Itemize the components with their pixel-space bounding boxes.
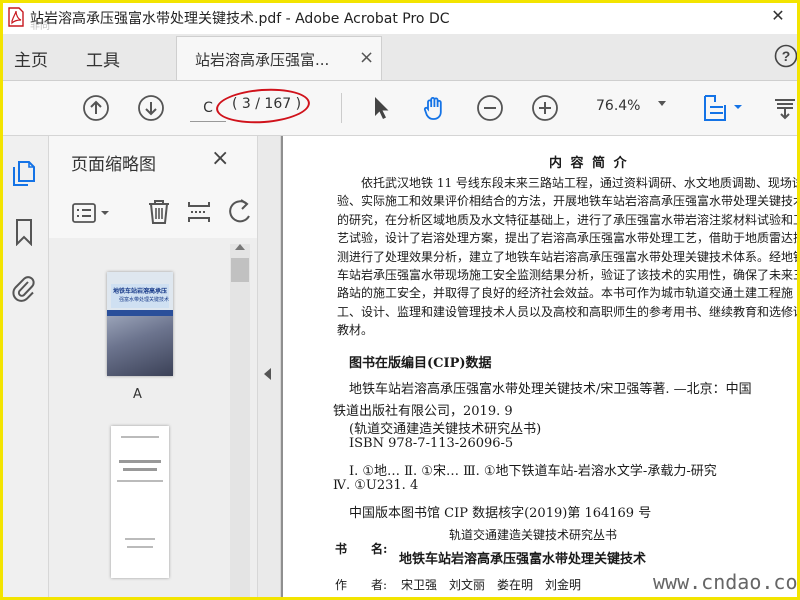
collapse-pane-arrow-icon[interactable] bbox=[264, 368, 271, 380]
document-page: 内 容 简 介 依托武汉地铁 11 号线东段末来三路站工程，通过资料调研、水文地… bbox=[283, 136, 800, 600]
doc-cip-line: Ⅰ. ①地… Ⅱ. ①宋… Ⅲ. ①地下铁道车站-岩溶水文学-承载力-研究 bbox=[349, 464, 717, 479]
doc-authors: 宋卫强 刘文丽 娄在明 刘金明 bbox=[401, 578, 582, 592]
page-layout-icon bbox=[704, 95, 742, 121]
tab-document[interactable]: 站岩溶高承压强富... × bbox=[176, 36, 382, 80]
doc-cip-line: 铁道出版社有限公司，2019. 9 bbox=[333, 404, 513, 419]
select-tool-button[interactable] bbox=[364, 91, 398, 125]
pane-splitter[interactable] bbox=[258, 136, 281, 600]
document-viewport[interactable]: 内 容 简 介 依托武汉地铁 11 号线东段末来三路站工程，通过资料调研、水文地… bbox=[281, 136, 800, 600]
pane-toolbar bbox=[49, 190, 257, 236]
arrow-down-circle-icon bbox=[138, 95, 164, 121]
delete-pages-button[interactable] bbox=[145, 198, 173, 226]
close-tab-button[interactable]: × bbox=[359, 47, 374, 68]
thumb-text-line bbox=[127, 546, 153, 548]
rotate-pages-button[interactable] bbox=[227, 198, 253, 226]
doc-cip-line: Ⅳ. ①U231. 4 bbox=[333, 478, 419, 493]
page-thumbnail-title-page[interactable] bbox=[111, 426, 169, 578]
pane-title: 页面缩略图 bbox=[71, 155, 156, 175]
thumbnail-label: A bbox=[133, 387, 142, 402]
thumb-text-line bbox=[121, 436, 159, 438]
previous-page-button[interactable] bbox=[79, 91, 113, 125]
bookmark-icon[interactable] bbox=[11, 218, 37, 246]
scroll-tools-icon bbox=[775, 99, 795, 120]
scrollbar-thumb[interactable] bbox=[231, 258, 249, 282]
minus-circle-icon bbox=[477, 95, 503, 121]
site-watermark: www.cndao.com bbox=[653, 570, 800, 594]
page-thumbnails-icon[interactable] bbox=[11, 160, 37, 186]
insert-pages-button[interactable] bbox=[185, 198, 213, 226]
scroll-up-arrow-icon[interactable] bbox=[235, 244, 245, 250]
doc-summary-paragraph: 依托武汉地铁 11 号线东段末来三路站工程，通过资料调研、水文地质调勘、现场试验… bbox=[337, 176, 800, 338]
help-glyph: ? bbox=[782, 48, 791, 64]
page-thumbnail-cover[interactable]: 地铁车站岩溶高承压 强富水带处理关键技术 bbox=[107, 272, 173, 376]
arrow-up-circle-icon bbox=[83, 95, 109, 121]
doc-book-title: 地铁车站岩溶高承压强富水带处理关键技术 bbox=[399, 552, 647, 567]
cursor-arrow-icon bbox=[375, 97, 389, 119]
document-tab-label: 站岩溶高承压强富... bbox=[195, 51, 330, 69]
insert-page-icon bbox=[188, 202, 210, 222]
trash-icon bbox=[149, 200, 169, 224]
rotate-icon bbox=[229, 199, 250, 223]
acrobat-app-icon bbox=[7, 7, 25, 27]
doc-cip-heading: 图书在版编目(CIP)数据 bbox=[349, 356, 492, 371]
doc-label-book: 书 名: bbox=[335, 542, 388, 556]
thumbnail-list[interactable]: 地铁车站岩溶高承压 强富水带处理关键技术 A bbox=[49, 238, 257, 600]
navigation-strip bbox=[0, 136, 49, 600]
cover-tunnel-image bbox=[107, 316, 173, 376]
more-tools-button[interactable] bbox=[768, 91, 800, 125]
hand-tool-button[interactable] bbox=[418, 91, 452, 125]
doc-cip-line: 地铁车站岩溶高承压强富水带处理关键技术/宋卫强等著. —北京：中国 bbox=[349, 382, 752, 397]
doc-cip-line: 中国版本图书馆 CIP 数据核字(2019)第 164169 号 bbox=[349, 506, 652, 521]
thumb-text-line bbox=[117, 480, 163, 482]
title-bar: 站岩溶高承压强富水带处理关键技术.pdf - Adobe Acrobat Pro… bbox=[0, 0, 800, 34]
close-pane-button[interactable]: × bbox=[211, 146, 229, 171]
thumb-text-line bbox=[119, 460, 161, 463]
doc-series-name: 轨道交通建造关键技术研究丛书 bbox=[449, 528, 618, 542]
thumbnail-options-button[interactable] bbox=[71, 202, 111, 224]
title-watermark: 非同 bbox=[30, 21, 50, 32]
help-icon[interactable]: ? bbox=[774, 44, 798, 68]
window-title: 站岩溶高承压强富水带处理关键技术.pdf - Adobe Acrobat Pro… bbox=[30, 11, 450, 27]
doc-cip-line: ISBN 978-7-113-26096-5 bbox=[349, 436, 514, 451]
attachment-paperclip-icon[interactable] bbox=[11, 274, 37, 302]
toolbar-divider bbox=[341, 93, 342, 123]
options-list-icon bbox=[72, 203, 109, 223]
next-page-button[interactable] bbox=[134, 91, 168, 125]
plus-circle-icon bbox=[532, 95, 558, 121]
doc-heading: 内 容 简 介 bbox=[549, 156, 629, 171]
menu-tab-bar: 主页 工具 bbox=[0, 34, 800, 81]
close-window-button[interactable]: ✕ bbox=[758, 6, 798, 25]
page-display-button[interactable] bbox=[700, 91, 746, 125]
doc-cip-line: (轨道交通建造关键技术研究丛书) bbox=[349, 422, 542, 437]
zoom-level-select[interactable]: 76.4% bbox=[596, 98, 640, 114]
cover-thumb-subtitle: 强富水带处理关键技术 bbox=[119, 297, 170, 303]
main-toolbar: C ( 3 / 167 ) 76.4% bbox=[0, 81, 800, 136]
thumb-text-line bbox=[123, 468, 157, 471]
thumb-text-line bbox=[125, 538, 155, 540]
hand-icon bbox=[423, 97, 442, 120]
tab-home[interactable]: 主页 bbox=[14, 46, 48, 71]
thumbnail-scrollbar[interactable] bbox=[230, 244, 250, 600]
tab-tools[interactable]: 工具 bbox=[86, 46, 120, 71]
cover-thumb-title: 地铁车站岩溶高承压 bbox=[113, 288, 168, 295]
zoom-out-button[interactable] bbox=[473, 91, 507, 125]
red-highlight-ellipse bbox=[214, 85, 312, 127]
zoom-in-button[interactable] bbox=[528, 91, 562, 125]
thumbnails-pane: 页面缩略图 × 地铁车站岩溶高承压 强富水带处理关键技术 A bbox=[49, 136, 258, 600]
zoom-dropdown-caret-icon[interactable] bbox=[658, 101, 666, 106]
doc-label-author: 作 者: bbox=[335, 578, 388, 592]
